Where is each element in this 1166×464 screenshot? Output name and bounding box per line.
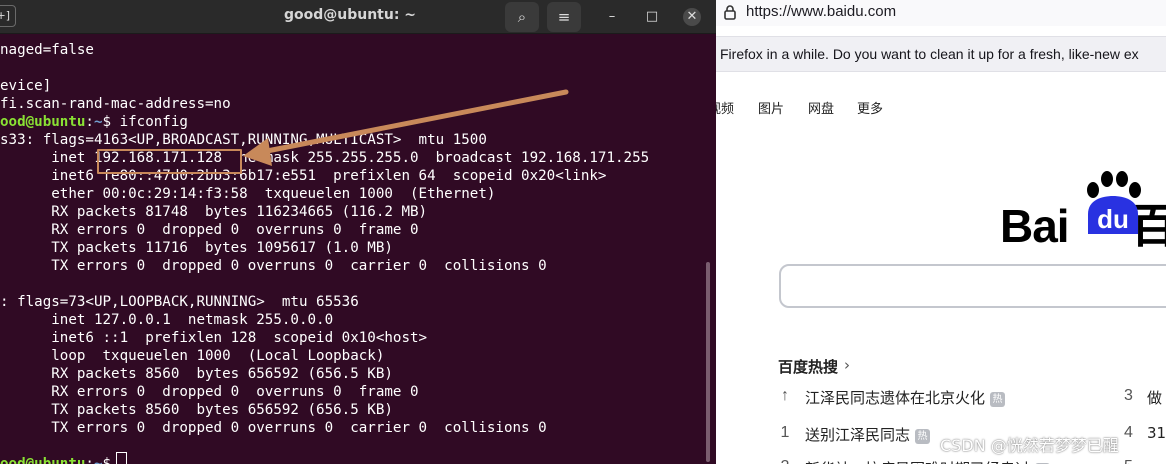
maximize-icon: □ bbox=[645, 9, 659, 24]
minimize-icon: – bbox=[608, 9, 616, 24]
prompt-user: ood@ubuntu bbox=[0, 114, 86, 130]
refresh-firefox-notice: Firefox in a while. Do you want to clean… bbox=[716, 36, 1166, 72]
url-text[interactable]: https://www.baidu.com bbox=[746, 3, 896, 20]
hot-item-text: 送别江泽民同志 bbox=[805, 426, 911, 444]
lock-icon bbox=[724, 5, 736, 20]
terminal-line: RX errors 0 dropped 0 overruns 0 frame 0 bbox=[0, 222, 419, 238]
terminal-line: inet6 ::1 prefixlen 128 scopeid 0x10<hos… bbox=[0, 330, 428, 346]
hot-search-item[interactable]: 新华社：抗疫最困难时期已经走过热 bbox=[805, 458, 1051, 464]
ip-address-highlight-box bbox=[97, 149, 242, 174]
chevron-right-icon[interactable]: › bbox=[844, 356, 850, 374]
hot-item-text: 新华社：抗疫最困难时期已经走过 bbox=[805, 460, 1030, 464]
hamburger-menu-icon: ≡ bbox=[557, 8, 571, 26]
hot-search-title[interactable]: 百度热搜 bbox=[778, 356, 838, 377]
maximize-button[interactable]: □ bbox=[643, 8, 661, 26]
terminal-line: inet 127.0.0.1 netmask 255.0.0.0 bbox=[0, 312, 334, 328]
terminal-titlebar[interactable]: +] good@ubuntu: ~ ⌕ ≡ – □ ✕ bbox=[0, 0, 716, 34]
prompt-path: ~ bbox=[93, 114, 103, 130]
hot-search-item-right[interactable]: 31 bbox=[1147, 424, 1166, 442]
search-input[interactable] bbox=[779, 264, 1166, 308]
notice-text: Firefox in a while. Do you want to clean… bbox=[720, 46, 1139, 62]
terminal-cursor bbox=[116, 452, 127, 464]
nav-link-video[interactable]: 视频 bbox=[716, 98, 734, 117]
menu-button[interactable]: ≡ bbox=[547, 2, 581, 32]
terminal-line: naged=false bbox=[0, 42, 94, 58]
hot-rank-right: 3 bbox=[1124, 387, 1133, 404]
terminal-line: ether 00:0c:29:14:f3:58 txqueuelen 1000 … bbox=[0, 186, 496, 202]
csdn-watermark: CSDN @恍然若梦梦已醒 bbox=[940, 436, 1119, 455]
hot-rank-right: 4 bbox=[1124, 424, 1133, 441]
hot-search-item[interactable]: 送别江泽民同志热 bbox=[805, 424, 931, 445]
terminal-line: s33: flags=4163<UP,BROADCAST,RUNNING,MUL… bbox=[0, 132, 487, 148]
search-icon: ⌕ bbox=[517, 8, 527, 26]
minimize-button[interactable]: – bbox=[603, 8, 621, 26]
terminal-line: RX errors 0 dropped 0 overruns 0 frame 0 bbox=[0, 384, 419, 400]
terminal-scrollbar[interactable] bbox=[706, 262, 710, 462]
hot-rank: 1 bbox=[780, 424, 790, 441]
terminal-line: TX errors 0 dropped 0 overruns 0 carrier… bbox=[0, 420, 547, 436]
paw-icon: du bbox=[1087, 171, 1141, 234]
prompt-user: ood@ubuntu bbox=[0, 456, 86, 464]
terminal-window[interactable]: +] good@ubuntu: ~ ⌕ ≡ – □ ✕ naged=false e… bbox=[0, 0, 716, 464]
terminal-line: ood@ubuntu:~$ ifconfig bbox=[0, 113, 188, 131]
prompt-separator: : bbox=[85, 456, 94, 464]
close-button[interactable]: ✕ bbox=[683, 8, 701, 26]
address-bar[interactable]: https://www.baidu.com bbox=[716, 0, 1166, 26]
nav-link-netdisk[interactable]: 网盘 bbox=[808, 98, 834, 117]
nav-link-more[interactable]: 更多 bbox=[857, 98, 883, 117]
hot-badge: 热 bbox=[915, 429, 931, 444]
terminal-line: loop txqueuelen 1000 (Local Loopback) bbox=[0, 348, 385, 364]
terminal-line: RX packets 81748 bytes 116234665 (116.2 … bbox=[0, 204, 428, 220]
prompt-separator: : bbox=[85, 114, 94, 130]
logo-du-text: du bbox=[1097, 204, 1129, 234]
terminal-line: inet6 fe80::47d0:2bb3:6b17:e551 prefixle… bbox=[0, 168, 607, 184]
search-button[interactable]: ⌕ bbox=[505, 2, 539, 32]
terminal-line: TX packets 11716 bytes 1095617 (1.0 MB) bbox=[0, 240, 393, 256]
prompt-path: ~ bbox=[93, 456, 103, 464]
browser-window[interactable]: https://www.baidu.com Firefox in a while… bbox=[716, 0, 1166, 464]
hot-item-text: 江泽民同志遗体在北京火化 bbox=[805, 389, 986, 407]
terminal-line: ood@ubuntu:~$ bbox=[0, 455, 120, 464]
hot-rank: ↑ bbox=[781, 387, 789, 404]
logo-text-bai: Bai bbox=[1000, 200, 1070, 252]
hot-rank: 2 bbox=[778, 458, 792, 464]
terminal-line: fi.scan-rand-mac-address=no bbox=[0, 96, 231, 112]
terminal-line: TX errors 0 dropped 0 overruns 0 carrier… bbox=[0, 258, 547, 274]
hot-rank-right: 5 bbox=[1124, 458, 1133, 464]
prompt-command: $ ifconfig bbox=[102, 114, 188, 130]
hot-badge: 热 bbox=[990, 392, 1006, 407]
terminal-line: TX packets 8560 bytes 656592 (656.5 KB) bbox=[0, 402, 393, 418]
hot-search-item-right[interactable]: 做 bbox=[1147, 387, 1162, 408]
close-icon: ✕ bbox=[686, 9, 698, 24]
new-tab-icon[interactable]: +] bbox=[0, 5, 16, 27]
terminal-title: good@ubuntu: ~ bbox=[283, 7, 417, 23]
nav-link-images[interactable]: 图片 bbox=[758, 98, 784, 117]
terminal-line: RX packets 8560 bytes 656592 (656.5 KB) bbox=[0, 366, 393, 382]
terminal-line: evice] bbox=[0, 78, 52, 94]
terminal-line: : flags=73<UP,LOOPBACK,RUNNING> mtu 6553… bbox=[0, 294, 359, 310]
hot-search-item[interactable]: 江泽民同志遗体在北京火化热 bbox=[805, 387, 1006, 408]
